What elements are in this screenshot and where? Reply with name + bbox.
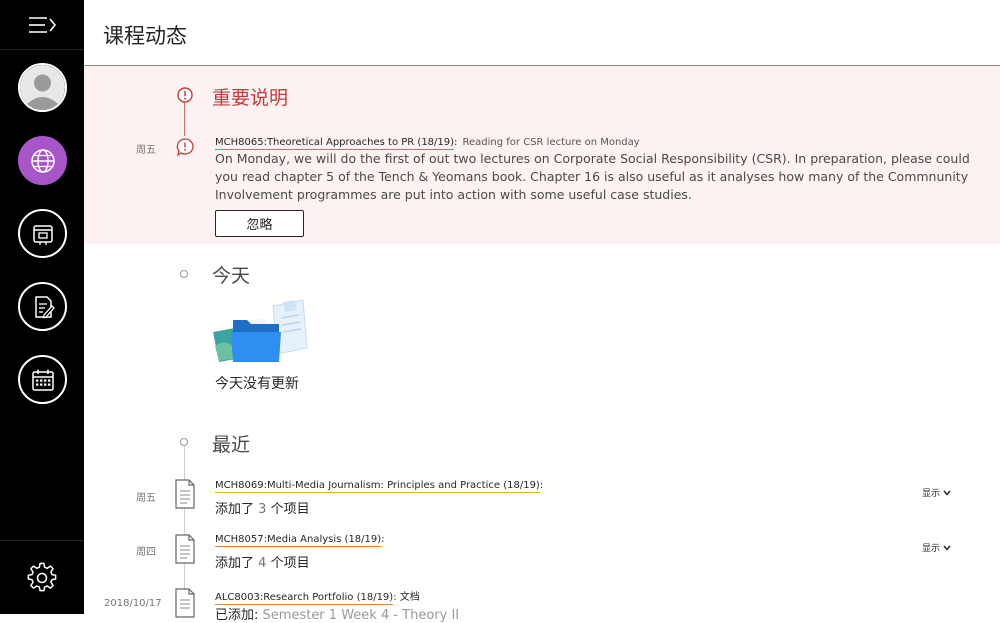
- added-prefix: 添加了: [215, 502, 255, 517]
- recent-title: 最近: [212, 434, 251, 456]
- alert-circle-icon: [177, 87, 193, 103]
- page-title: 课程动态: [103, 24, 187, 48]
- item-count: 4: [258, 556, 267, 571]
- timeline-connector: [184, 102, 185, 136]
- recent-item-date: 2018/10/17: [104, 598, 162, 609]
- notice-body: On Monday, we will do the first of out t…: [215, 151, 970, 202]
- courses-icon: [32, 224, 53, 245]
- document-icon: [175, 479, 195, 509]
- recent-item-description: 添加了 4 个项目: [215, 552, 310, 571]
- recent-item-heading: MCH8069:Multi-Media Journalism: Principl…: [215, 480, 544, 493]
- recent-item-type: 文档: [399, 592, 420, 603]
- calendar-icon: [31, 369, 54, 391]
- show-details-toggle[interactable]: 显示: [922, 541, 951, 554]
- sidebar: [0, 0, 84, 614]
- recent-item-colon: :: [381, 534, 385, 545]
- nav-profile-avatar[interactable]: [18, 63, 67, 112]
- added-item-title[interactable]: Semester 1 Week 4 - Theory II: [263, 608, 460, 623]
- recent-timeline-dot: [180, 438, 188, 446]
- recent-item-heading: ALC8003:Research Portfolio (18/19): 文档: [215, 588, 420, 605]
- chevron-down-icon: [943, 545, 951, 551]
- recent-item-heading: MCH8057:Media Analysis (18/19):: [215, 534, 385, 547]
- gear-icon: [27, 562, 57, 591]
- page-header: 课程动态: [84, 0, 1000, 66]
- show-details-toggle[interactable]: 显示: [922, 486, 951, 499]
- document-edit-icon: [34, 295, 55, 318]
- today-timeline-dot: [180, 270, 188, 278]
- avatar-icon: [20, 65, 65, 110]
- nav-courses[interactable]: [18, 209, 67, 258]
- menu-expand-button[interactable]: [0, 0, 84, 50]
- items-suffix: 个项目: [270, 556, 310, 571]
- notice-subtitle: Reading for CSR lecture on Monday: [462, 137, 640, 148]
- chevron-down-icon: [943, 490, 951, 496]
- empty-folder-illustration: [213, 299, 308, 362]
- added-prefix: 添加了: [215, 556, 255, 571]
- alert-speech-bubble-icon: [176, 138, 194, 157]
- dismiss-button[interactable]: 忽略: [215, 210, 304, 237]
- recent-item-description: 添加了 3 个项目: [215, 498, 310, 517]
- recent-item-day: 周四: [136, 547, 156, 558]
- show-label: 显示: [922, 544, 941, 554]
- notice-day: 周五: [136, 145, 156, 156]
- recent-item-colon: :: [393, 592, 397, 603]
- important-notices-section: 重要说明 周五 MCH8065:Theoretical Approaches t…: [84, 66, 1000, 244]
- important-notices-title: 重要说明: [212, 87, 289, 109]
- recent-item-colon: :: [539, 480, 544, 491]
- show-label: 显示: [922, 489, 941, 499]
- recent-item-course-link[interactable]: MCH8069:Multi-Media Journalism: Principl…: [215, 480, 540, 493]
- items-suffix: 个项目: [270, 502, 310, 517]
- today-title: 今天: [212, 265, 251, 287]
- settings-button[interactable]: [26, 562, 58, 594]
- globe-icon: [30, 148, 55, 173]
- item-count: 3: [258, 502, 267, 517]
- notice-heading: MCH8065:Theoretical Approaches to PR (18…: [215, 130, 640, 150]
- today-empty-text: 今天没有更新: [215, 376, 299, 392]
- notice-course-link[interactable]: MCH8065:Theoretical Approaches to PR (18…: [215, 137, 455, 150]
- nav-grades[interactable]: [18, 282, 67, 331]
- sidebar-footer: [0, 540, 84, 614]
- added-prefix: 已添加:: [215, 608, 259, 623]
- document-icon: [175, 534, 195, 564]
- nav-calendar[interactable]: [18, 355, 67, 404]
- nav-activity-stream[interactable]: [18, 136, 67, 185]
- menu-expand-icon: [29, 16, 57, 33]
- recent-item-day: 周五: [136, 493, 156, 504]
- notice-colon: :: [454, 137, 458, 148]
- recent-item-course-link[interactable]: MCH8057:Media Analysis (18/19): [215, 534, 382, 547]
